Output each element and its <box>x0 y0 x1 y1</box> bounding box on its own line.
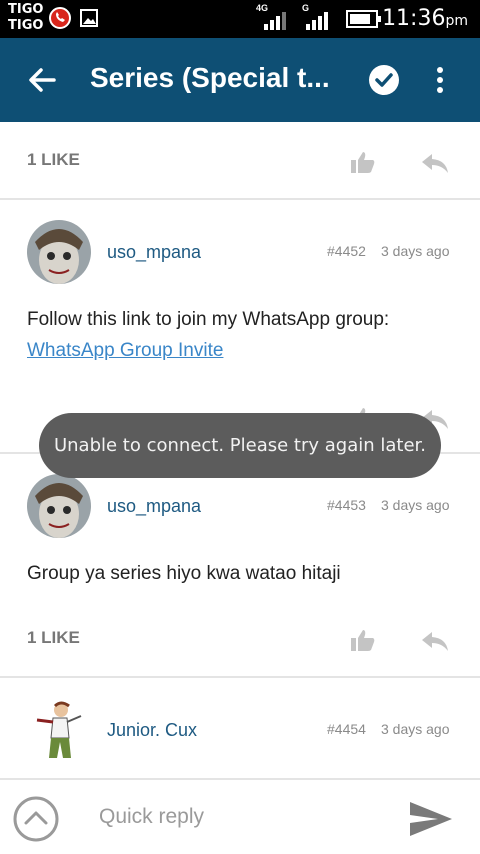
avatar-image <box>27 474 91 538</box>
expand-up-icon[interactable] <box>12 795 60 843</box>
avatar-image <box>27 220 91 284</box>
username[interactable]: uso_mpana <box>107 242 201 263</box>
avatar[interactable] <box>27 698 91 762</box>
check-circle-icon[interactable] <box>368 64 400 96</box>
send-icon[interactable] <box>408 800 454 838</box>
error-toast: Unable to connect. Please try again late… <box>39 413 441 478</box>
carrier-line-1: TIGO <box>8 2 44 17</box>
username[interactable]: Junior. Cux <box>107 720 197 741</box>
avatar[interactable] <box>27 220 91 284</box>
post-id[interactable]: #4452 <box>327 243 366 259</box>
post-action-bar: 1 LIKE <box>0 600 480 676</box>
timestamp: 3 days ago <box>381 243 450 259</box>
clock: 11:36pm <box>382 6 468 31</box>
back-arrow-icon[interactable] <box>28 66 56 94</box>
battery-icon <box>346 10 381 28</box>
post-id[interactable]: #4454 <box>327 721 366 737</box>
signal-strength-icon-2 <box>306 12 328 30</box>
avatar[interactable] <box>27 474 91 538</box>
avatar-image <box>27 698 91 762</box>
quick-reply-bar: Quick reply <box>0 778 480 854</box>
like-count[interactable]: 1 LIKE <box>27 150 80 170</box>
thread-title: Series (Special t... <box>90 62 330 93</box>
thumbs-up-icon[interactable] <box>350 150 376 174</box>
username[interactable]: uso_mpana <box>107 496 201 517</box>
post-id[interactable]: #4453 <box>327 497 366 513</box>
post-text: Group ya series hiyo kwa watao hitaji <box>27 563 341 584</box>
whatsapp-notification-icon <box>49 7 71 29</box>
signal-strength-icon-1 <box>264 12 286 30</box>
timestamp: 3 days ago <box>381 497 450 513</box>
reply-icon[interactable] <box>420 152 450 174</box>
status-bar: TIGO TIGO 4G G 11:36pm <box>0 0 480 38</box>
gallery-notification-icon <box>80 9 98 27</box>
overflow-menu-icon[interactable] <box>436 66 444 94</box>
carrier-line-2: TIGO <box>8 18 44 33</box>
post-body: Follow this link to join my WhatsApp gro… <box>27 304 389 366</box>
timestamp: 3 days ago <box>381 721 450 737</box>
app-bar: Series (Special t... <box>0 38 480 122</box>
whatsapp-invite-link[interactable]: WhatsApp Group Invite <box>27 335 389 366</box>
post-action-bar: 1 LIKE <box>0 122 480 198</box>
post-item: Junior. Cux #4454 3 days ago <box>0 678 480 778</box>
reply-icon[interactable] <box>420 630 450 652</box>
post-item: uso_mpana #4453 3 days ago Group ya seri… <box>0 454 480 614</box>
quick-reply-input[interactable]: Quick reply <box>99 805 204 829</box>
post-text: Follow this link to join my WhatsApp gro… <box>27 309 390 330</box>
like-count[interactable]: 1 LIKE <box>27 628 80 648</box>
carrier-label: TIGO TIGO <box>8 2 43 34</box>
thumbs-up-icon[interactable] <box>350 628 376 652</box>
